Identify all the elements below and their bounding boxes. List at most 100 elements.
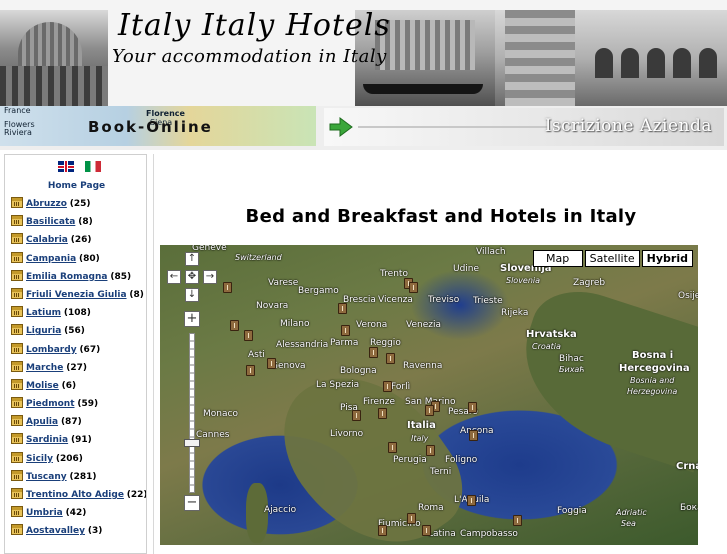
hotel-marker[interactable]: [513, 515, 522, 526]
region-count: (67): [79, 344, 101, 355]
zoom-slider-track[interactable]: [189, 333, 195, 493]
region-link[interactable]: Lombardy: [26, 345, 77, 355]
map-label: Italy: [411, 434, 429, 443]
region-link[interactable]: Friuli Venezia Giulia: [26, 290, 127, 300]
region-item: Basilicata (8): [11, 213, 146, 231]
region-link[interactable]: Campania: [26, 254, 76, 264]
hotel-marker[interactable]: [469, 430, 478, 441]
map-label: Hrvatska: [526, 329, 577, 340]
region-link[interactable]: Piedmont: [26, 399, 75, 409]
hotel-marker[interactable]: [246, 365, 255, 376]
zoom-out-button[interactable]: −: [184, 495, 200, 511]
map-label: Parma: [330, 338, 359, 348]
map-type-map-button[interactable]: Map: [532, 250, 583, 267]
map-label: Venezia: [406, 320, 441, 330]
pan-center-button[interactable]: ✥: [185, 270, 199, 284]
map-type-control: Map Satellite Hybrid: [532, 250, 693, 267]
region-link[interactable]: Apulia: [26, 417, 58, 427]
hotel-icon: [11, 506, 23, 518]
map-label: Croatia: [532, 342, 561, 351]
hotel-icon: [11, 251, 23, 263]
hotel-marker[interactable]: [244, 330, 253, 341]
region-link[interactable]: Emilia Romagna: [26, 272, 107, 282]
hotel-marker[interactable]: [338, 303, 347, 314]
satellite-map[interactable]: Geneve Switzerland Villach Udine Sloveni…: [160, 245, 698, 545]
region-link[interactable]: Trentino Alto Adige: [26, 490, 124, 500]
hotel-marker[interactable]: [383, 381, 392, 392]
map-label: Бихаћ: [559, 365, 585, 374]
pan-down-button[interactable]: ↓: [185, 288, 199, 302]
italian-flag-icon[interactable]: [85, 161, 102, 172]
map-label: Adriatic: [616, 508, 647, 517]
site-subtitle: Your accommodation in Italy: [112, 46, 387, 67]
hotel-marker[interactable]: [352, 410, 361, 421]
region-link[interactable]: Basilicata: [26, 217, 75, 227]
region-link[interactable]: Sicily: [26, 454, 53, 464]
map-label: Crna: [676, 461, 698, 472]
region-count: (59): [77, 399, 99, 410]
region-link[interactable]: Calabria: [26, 235, 68, 245]
region-link[interactable]: Umbria: [26, 508, 63, 518]
hotel-marker[interactable]: [388, 442, 397, 453]
region-count: (26): [70, 235, 92, 246]
region-link[interactable]: Tuscany: [26, 472, 67, 482]
region-link[interactable]: Molise: [26, 381, 59, 391]
hotel-marker[interactable]: [378, 525, 387, 536]
hotel-icon: [11, 215, 23, 227]
hotel-marker[interactable]: [369, 347, 378, 358]
hotel-marker[interactable]: [407, 513, 416, 524]
hotel-icon: [11, 233, 23, 245]
map-label: Brescia: [343, 295, 376, 305]
region-count: (3): [87, 526, 103, 537]
zoom-slider-handle[interactable]: [184, 439, 200, 447]
pan-left-button[interactable]: ←: [167, 270, 181, 284]
english-flag-icon[interactable]: [58, 161, 74, 172]
hotel-marker[interactable]: [468, 402, 477, 413]
iscrizione-azienda-banner[interactable]: Iscrizione Azienda: [324, 108, 724, 146]
pan-up-button[interactable]: ↑: [185, 252, 199, 266]
region-link[interactable]: Aostavalley: [26, 526, 85, 536]
map-label: Genova: [271, 361, 306, 371]
region-link[interactable]: Latium: [26, 308, 61, 318]
home-page-link[interactable]: Home Page: [5, 181, 146, 191]
hotel-icon: [11, 524, 23, 536]
map-label: Vicenza: [378, 295, 413, 305]
region-item: Marche (27): [11, 359, 146, 377]
region-count: (8): [129, 289, 144, 300]
region-link[interactable]: Liguria: [26, 326, 61, 336]
region-item: Molise (6): [11, 377, 146, 395]
region-item: Sardinia (91): [11, 431, 146, 449]
map-type-satellite-button[interactable]: Satellite: [584, 250, 640, 267]
map-label: Treviso: [428, 295, 460, 305]
hotel-marker[interactable]: [341, 325, 350, 336]
hotel-marker[interactable]: [386, 353, 395, 364]
region-link[interactable]: Marche: [26, 363, 63, 373]
region-link[interactable]: Abruzzo: [26, 199, 67, 209]
map-label: Perugia: [393, 455, 427, 465]
map-type-hybrid-button[interactable]: Hybrid: [641, 250, 693, 267]
hotel-marker[interactable]: [409, 282, 418, 293]
map-label: Asti: [248, 350, 265, 360]
map-label: Бока: [680, 503, 698, 513]
hotel-icon: [11, 378, 23, 390]
hotel-marker[interactable]: [378, 408, 387, 419]
iscrizione-azienda-label: Iscrizione Azienda: [544, 116, 712, 136]
map-place-label: France: [4, 106, 31, 115]
region-count: (42): [65, 508, 87, 519]
zoom-in-button[interactable]: +: [184, 311, 200, 327]
hotel-marker[interactable]: [230, 320, 239, 331]
map-label: Novara: [256, 301, 289, 311]
region-count: (80): [79, 253, 100, 264]
region-link[interactable]: Sardinia: [26, 435, 68, 445]
book-online-banner[interactable]: France Florence Flowers Siena Riviera Bo…: [0, 106, 316, 146]
map-label: Udine: [453, 264, 480, 274]
hotel-marker[interactable]: [425, 405, 434, 416]
hotel-marker[interactable]: [223, 282, 232, 293]
hotel-marker[interactable]: [426, 445, 435, 456]
hotel-marker[interactable]: [267, 358, 276, 369]
hotel-marker[interactable]: [422, 525, 431, 536]
hotel-icon: [11, 342, 23, 354]
pan-right-button[interactable]: →: [203, 270, 217, 284]
hotel-marker[interactable]: [467, 495, 476, 506]
map-label: Latina: [428, 529, 456, 539]
